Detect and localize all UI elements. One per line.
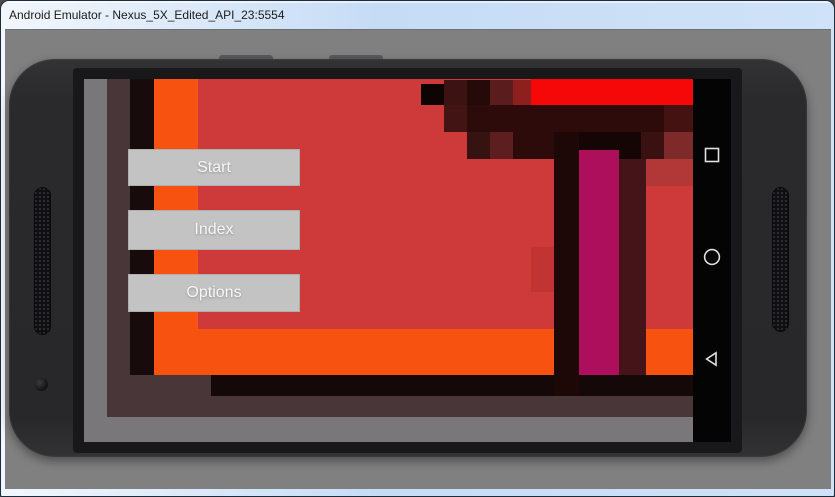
home-circle-icon[interactable] bbox=[703, 248, 721, 266]
start-button[interactable]: Start bbox=[128, 149, 300, 186]
pixel-row2-right bbox=[664, 105, 693, 132]
pixel-row3-3 bbox=[513, 132, 554, 159]
pixel-stair-2 bbox=[467, 80, 490, 105]
column-dark bbox=[554, 132, 579, 396]
camera-dot bbox=[35, 378, 48, 391]
phone-screen: Start Index Options bbox=[84, 79, 731, 442]
gray-band-bottom bbox=[84, 417, 693, 442]
pixel-row3-5 bbox=[664, 132, 693, 159]
emulator-client-area: Start Index Options bbox=[5, 29, 831, 489]
back-triangle-icon[interactable] bbox=[703, 350, 721, 368]
android-navbar bbox=[693, 79, 731, 442]
speaker-grille-right bbox=[772, 187, 789, 332]
speaker-grille-left bbox=[34, 187, 51, 335]
options-button[interactable]: Options bbox=[128, 274, 300, 312]
pixel-row3-2 bbox=[490, 132, 513, 159]
column-magenta bbox=[579, 150, 619, 375]
index-button[interactable]: Index bbox=[128, 210, 300, 250]
pixel-row2-left bbox=[444, 105, 467, 132]
pixel-stair-3 bbox=[490, 80, 513, 105]
red-band-top bbox=[531, 79, 693, 105]
red-patch-top-right bbox=[646, 159, 693, 186]
column-maroon-right bbox=[619, 159, 646, 375]
emulator-window: Android Emulator - Nexus_5X_Edited_API_2… bbox=[0, 0, 835, 497]
recents-square-icon[interactable] bbox=[703, 146, 721, 164]
dark-band-row2 bbox=[444, 105, 693, 132]
red-patch-mid bbox=[531, 247, 554, 292]
pixel-stair-4 bbox=[513, 80, 531, 105]
pixel-stair-1 bbox=[444, 80, 467, 105]
screen-bezel: Start Index Options bbox=[73, 68, 742, 453]
pixel-row3-4 bbox=[641, 132, 664, 159]
wall-maroon-left bbox=[107, 79, 130, 417]
game-screen: Start Index Options bbox=[84, 79, 693, 442]
phone-body: Start Index Options bbox=[9, 59, 807, 457]
window-title: Android Emulator - Nexus_5X_Edited_API_2… bbox=[9, 8, 285, 22]
black-band-bottom bbox=[211, 375, 693, 396]
pixel-black-top bbox=[421, 84, 444, 105]
titlebar[interactable]: Android Emulator - Nexus_5X_Edited_API_2… bbox=[1, 1, 834, 29]
wall-gray-left bbox=[84, 79, 107, 442]
pixel-row3-1 bbox=[467, 132, 490, 159]
